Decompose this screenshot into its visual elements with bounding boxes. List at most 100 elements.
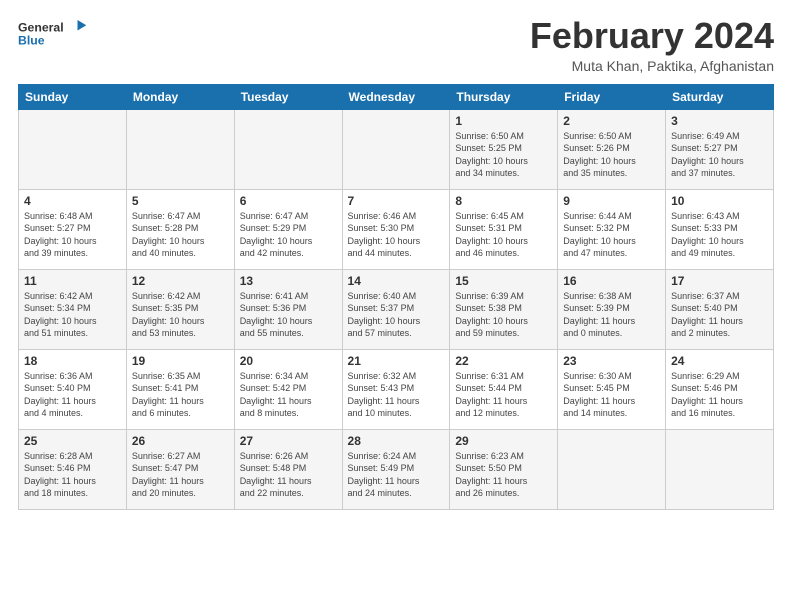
header: General Blue February 2024 Muta Khan, Pa… <box>18 16 774 74</box>
calendar-day-24: 24 Sunrise: 6:29 AM Sunset: 5:46 PM Dayli… <box>666 349 774 429</box>
calendar-day-16: 16 Sunrise: 6:38 AM Sunset: 5:39 PM Dayli… <box>558 269 666 349</box>
column-header-monday: Monday <box>126 84 234 109</box>
calendar-day-empty <box>342 109 450 189</box>
calendar-day-1: 1Sunrise: 6:50 AM Sunset: 5:25 PM Daylig… <box>450 109 558 189</box>
calendar-day-29: 29 Sunrise: 6:23 AM Sunset: 5:50 PM Dayli… <box>450 429 558 509</box>
calendar-week-row: 18Sunrise: 6:36 AM Sunset: 5:40 PM Dayli… <box>19 349 774 429</box>
calendar-day-11: 11Sunrise: 6:42 AM Sunset: 5:34 PM Dayli… <box>19 269 127 349</box>
column-header-tuesday: Tuesday <box>234 84 342 109</box>
day-number: 6 <box>240 194 337 208</box>
day-number: 29 <box>455 434 552 448</box>
calendar-day-empty <box>126 109 234 189</box>
day-number: 13 <box>240 274 337 288</box>
calendar-week-row: 1Sunrise: 6:50 AM Sunset: 5:25 PM Daylig… <box>19 109 774 189</box>
day-info: Sunrise: 6:32 AM Sunset: 5:43 PM Dayligh… <box>348 370 445 420</box>
day-info: Sunrise: 6:49 AM Sunset: 5:27 PM Dayligh… <box>671 130 768 180</box>
calendar-week-row: 4Sunrise: 6:48 AM Sunset: 5:27 PM Daylig… <box>19 189 774 269</box>
day-number: 24 <box>671 354 768 368</box>
calendar-day-17: 17Sunrise: 6:37 AM Sunset: 5:40 PM Dayli… <box>666 269 774 349</box>
day-number: 2 <box>563 114 660 128</box>
day-info: Sunrise: 6:43 AM Sunset: 5:33 PM Dayligh… <box>671 210 768 260</box>
day-info: Sunrise: 6:29 AM Sunset: 5:46 PM Dayligh… <box>671 370 768 420</box>
calendar-day-empty <box>666 429 774 509</box>
calendar-day-23: 23 Sunrise: 6:30 AM Sunset: 5:45 PM Dayli… <box>558 349 666 429</box>
calendar-day-8: 8Sunrise: 6:45 AM Sunset: 5:31 PM Daylig… <box>450 189 558 269</box>
calendar-day-2: 2Sunrise: 6:50 AM Sunset: 5:26 PM Daylig… <box>558 109 666 189</box>
title-block: February 2024 Muta Khan, Paktika, Afghan… <box>530 16 774 74</box>
day-info: Sunrise: 6:35 AM Sunset: 5:41 PM Dayligh… <box>132 370 229 420</box>
logo: General Blue <box>18 16 88 52</box>
day-number: 8 <box>455 194 552 208</box>
day-number: 17 <box>671 274 768 288</box>
day-info: Sunrise: 6:23 AM Sunset: 5:50 PM Dayligh… <box>455 450 552 500</box>
calendar-table: SundayMondayTuesdayWednesdayThursdayFrid… <box>18 84 774 510</box>
day-number: 27 <box>240 434 337 448</box>
calendar-day-27: 27Sunrise: 6:26 AM Sunset: 5:48 PM Dayli… <box>234 429 342 509</box>
calendar-day-12: 12 Sunrise: 6:42 AM Sunset: 5:35 PM Dayli… <box>126 269 234 349</box>
column-header-saturday: Saturday <box>666 84 774 109</box>
column-header-friday: Friday <box>558 84 666 109</box>
calendar-day-26: 26 Sunrise: 6:27 AM Sunset: 5:47 PM Dayli… <box>126 429 234 509</box>
day-number: 26 <box>132 434 229 448</box>
column-header-thursday: Thursday <box>450 84 558 109</box>
svg-text:Blue: Blue <box>18 34 45 48</box>
day-number: 1 <box>455 114 552 128</box>
day-number: 23 <box>563 354 660 368</box>
day-info: Sunrise: 6:39 AM Sunset: 5:38 PM Dayligh… <box>455 290 552 340</box>
calendar-day-25: 25 Sunrise: 6:28 AM Sunset: 5:46 PM Dayli… <box>19 429 127 509</box>
day-info: Sunrise: 6:47 AM Sunset: 5:29 PM Dayligh… <box>240 210 337 260</box>
day-info: Sunrise: 6:27 AM Sunset: 5:47 PM Dayligh… <box>132 450 229 500</box>
calendar-day-5: 5 Sunrise: 6:47 AM Sunset: 5:28 PM Daylig… <box>126 189 234 269</box>
day-number: 10 <box>671 194 768 208</box>
day-info: Sunrise: 6:34 AM Sunset: 5:42 PM Dayligh… <box>240 370 337 420</box>
day-info: Sunrise: 6:28 AM Sunset: 5:46 PM Dayligh… <box>24 450 121 500</box>
day-number: 19 <box>132 354 229 368</box>
column-header-sunday: Sunday <box>19 84 127 109</box>
calendar-day-22: 22 Sunrise: 6:31 AM Sunset: 5:44 PM Dayli… <box>450 349 558 429</box>
calendar-day-14: 14 Sunrise: 6:40 AM Sunset: 5:37 PM Dayli… <box>342 269 450 349</box>
calendar-day-6: 6 Sunrise: 6:47 AM Sunset: 5:29 PM Daylig… <box>234 189 342 269</box>
logo-icon: General Blue <box>18 16 88 52</box>
day-info: Sunrise: 6:38 AM Sunset: 5:39 PM Dayligh… <box>563 290 660 340</box>
day-number: 20 <box>240 354 337 368</box>
day-info: Sunrise: 6:30 AM Sunset: 5:45 PM Dayligh… <box>563 370 660 420</box>
calendar-day-13: 13 Sunrise: 6:41 AM Sunset: 5:36 PM Dayli… <box>234 269 342 349</box>
calendar-day-20: 20 Sunrise: 6:34 AM Sunset: 5:42 PM Dayli… <box>234 349 342 429</box>
calendar-day-4: 4Sunrise: 6:48 AM Sunset: 5:27 PM Daylig… <box>19 189 127 269</box>
calendar-day-15: 15Sunrise: 6:39 AM Sunset: 5:38 PM Dayli… <box>450 269 558 349</box>
calendar-day-empty <box>19 109 127 189</box>
day-number: 12 <box>132 274 229 288</box>
page: General Blue February 2024 Muta Khan, Pa… <box>0 0 792 612</box>
day-number: 25 <box>24 434 121 448</box>
day-number: 5 <box>132 194 229 208</box>
calendar-day-9: 9 Sunrise: 6:44 AM Sunset: 5:32 PM Daylig… <box>558 189 666 269</box>
day-info: Sunrise: 6:41 AM Sunset: 5:36 PM Dayligh… <box>240 290 337 340</box>
day-info: Sunrise: 6:24 AM Sunset: 5:49 PM Dayligh… <box>348 450 445 500</box>
calendar-day-19: 19 Sunrise: 6:35 AM Sunset: 5:41 PM Dayli… <box>126 349 234 429</box>
day-info: Sunrise: 6:40 AM Sunset: 5:37 PM Dayligh… <box>348 290 445 340</box>
day-number: 11 <box>24 274 121 288</box>
calendar-day-7: 7 Sunrise: 6:46 AM Sunset: 5:30 PM Daylig… <box>342 189 450 269</box>
day-number: 28 <box>348 434 445 448</box>
day-number: 22 <box>455 354 552 368</box>
calendar-week-row: 25 Sunrise: 6:28 AM Sunset: 5:46 PM Dayli… <box>19 429 774 509</box>
day-info: Sunrise: 6:46 AM Sunset: 5:30 PM Dayligh… <box>348 210 445 260</box>
calendar-day-28: 28 Sunrise: 6:24 AM Sunset: 5:49 PM Dayli… <box>342 429 450 509</box>
calendar-day-21: 21 Sunrise: 6:32 AM Sunset: 5:43 PM Dayli… <box>342 349 450 429</box>
calendar-day-empty <box>234 109 342 189</box>
day-info: Sunrise: 6:42 AM Sunset: 5:35 PM Dayligh… <box>132 290 229 340</box>
day-number: 7 <box>348 194 445 208</box>
day-info: Sunrise: 6:31 AM Sunset: 5:44 PM Dayligh… <box>455 370 552 420</box>
day-number: 9 <box>563 194 660 208</box>
calendar-day-3: 3 Sunrise: 6:49 AM Sunset: 5:27 PM Daylig… <box>666 109 774 189</box>
day-number: 21 <box>348 354 445 368</box>
day-number: 3 <box>671 114 768 128</box>
day-info: Sunrise: 6:44 AM Sunset: 5:32 PM Dayligh… <box>563 210 660 260</box>
day-number: 16 <box>563 274 660 288</box>
day-number: 14 <box>348 274 445 288</box>
calendar-day-10: 10 Sunrise: 6:43 AM Sunset: 5:33 PM Dayli… <box>666 189 774 269</box>
day-number: 4 <box>24 194 121 208</box>
month-title: February 2024 <box>530 16 774 56</box>
svg-text:General: General <box>18 20 64 34</box>
day-info: Sunrise: 6:47 AM Sunset: 5:28 PM Dayligh… <box>132 210 229 260</box>
